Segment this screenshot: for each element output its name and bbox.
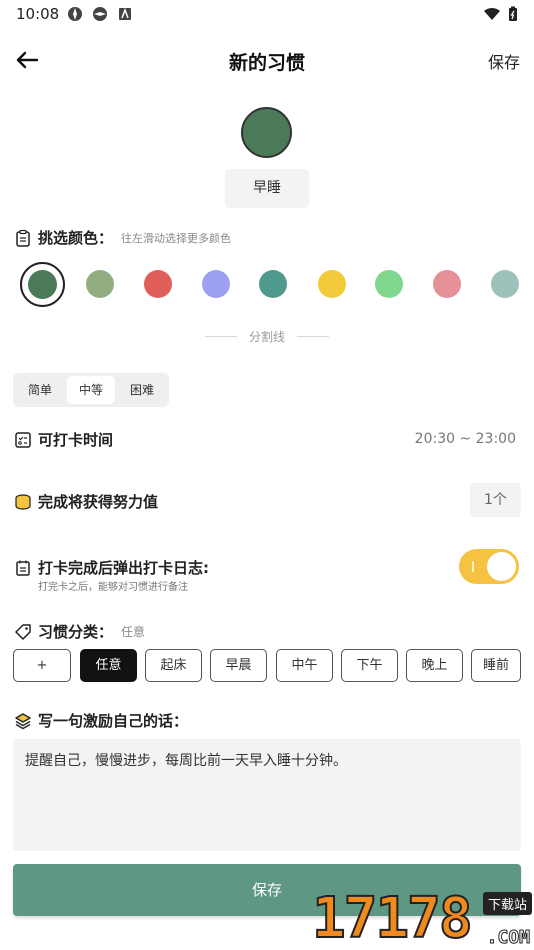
battery-icon xyxy=(509,6,517,21)
header-save-button[interactable]: 保存 xyxy=(488,49,520,73)
app-notification-icon xyxy=(68,7,82,21)
difficulty-segment: 简单 中等 困难 xyxy=(13,373,169,407)
color-swatch[interactable] xyxy=(259,270,287,298)
divider-label: 分割线 xyxy=(248,330,285,344)
log-popup-row: 打卡完成后弹出打卡日志: xyxy=(14,557,209,578)
divider-line-right xyxy=(297,336,329,337)
log-popup-toggle[interactable] xyxy=(459,549,519,584)
log-popup-label: 打卡完成后弹出打卡日志: xyxy=(38,559,209,577)
habit-color-preview xyxy=(241,107,292,158)
category-chip-any[interactable]: 任意 xyxy=(80,649,137,682)
status-time: 10:08 xyxy=(16,5,60,23)
site-watermark-logo: 17178 下载站 .COM xyxy=(311,886,534,950)
clipboard-icon xyxy=(16,229,30,247)
habit-name-field[interactable]: 早睡 xyxy=(225,169,309,208)
app-notification-icon-2 xyxy=(93,7,107,21)
color-swatch[interactable] xyxy=(144,270,172,298)
toggle-knob xyxy=(487,552,516,581)
page-title: 新的习惯 xyxy=(228,52,305,74)
divider: 分割线 xyxy=(0,328,534,346)
reward-label: 完成将获得努力值 xyxy=(38,493,159,511)
category-chip-morning[interactable]: 早晨 xyxy=(210,649,267,682)
log-popup-hint: 打完卡之后，能够对习惯进行备注 xyxy=(38,582,188,593)
color-section-header: 挑选颜色： 往左滑动选择更多颜色 xyxy=(14,227,231,248)
category-label: 习惯分类： xyxy=(38,623,114,641)
motto-label: 写一句激励自己的话： xyxy=(38,712,189,730)
color-swatch[interactable] xyxy=(202,270,230,298)
color-section-hint: 往左滑动选择更多颜色 xyxy=(121,231,232,245)
category-chip-wakeup[interactable]: 起床 xyxy=(145,649,202,682)
toggle-on-indicator xyxy=(472,561,474,572)
color-swatch[interactable] xyxy=(491,270,519,298)
category-current: 任意 xyxy=(121,625,146,639)
checkin-time-row[interactable]: 可打卡时间 xyxy=(14,429,113,450)
checkin-time-label: 可打卡时间 xyxy=(38,431,114,449)
color-swatch[interactable] xyxy=(318,270,346,298)
category-chip-evening[interactable]: 晚上 xyxy=(406,649,463,682)
checklist-icon xyxy=(15,431,31,448)
status-bar: 10:08 xyxy=(0,0,534,28)
color-swatch[interactable] xyxy=(86,270,114,298)
font-notification-icon xyxy=(119,7,131,20)
category-chip-afternoon[interactable]: 下午 xyxy=(341,649,398,682)
motto-section-header: 写一句激励自己的话： xyxy=(14,710,188,731)
category-section-header: 习惯分类： 任意 xyxy=(14,621,145,642)
add-category-chip[interactable]: + xyxy=(13,649,71,682)
difficulty-easy[interactable]: 简单 xyxy=(16,376,64,404)
difficulty-hard[interactable]: 困难 xyxy=(118,376,166,404)
coins-icon xyxy=(15,493,31,510)
color-swatch[interactable] xyxy=(433,270,461,298)
category-chip-bedtime[interactable]: 睡前 xyxy=(471,649,521,682)
watermark-digits: 17178 xyxy=(311,886,474,950)
top-nav: 新的习惯 保存 xyxy=(0,40,534,80)
watermark-tag: 下载站 xyxy=(482,892,532,915)
color-swatch-selected[interactable] xyxy=(20,262,65,307)
category-chip-noon[interactable]: 中午 xyxy=(276,649,333,682)
color-swatch[interactable] xyxy=(375,270,403,298)
notepad-icon xyxy=(16,560,30,576)
tag-icon xyxy=(15,623,31,640)
motto-textarea[interactable]: 提醒自己，慢慢进步，每周比前一天早入睡十分钟。 xyxy=(13,739,521,851)
difficulty-medium[interactable]: 中等 xyxy=(67,376,115,404)
watermark-suffix: .COM xyxy=(486,927,530,949)
reward-count-field[interactable]: 1个 xyxy=(470,483,521,517)
wifi-icon xyxy=(484,7,500,20)
reward-row: 完成将获得努力值 xyxy=(14,491,158,512)
color-section-title: 挑选颜色： xyxy=(38,229,114,247)
checkin-time-value[interactable]: 20:30 ~ 23:00 xyxy=(415,431,516,447)
layers-icon xyxy=(15,712,31,729)
